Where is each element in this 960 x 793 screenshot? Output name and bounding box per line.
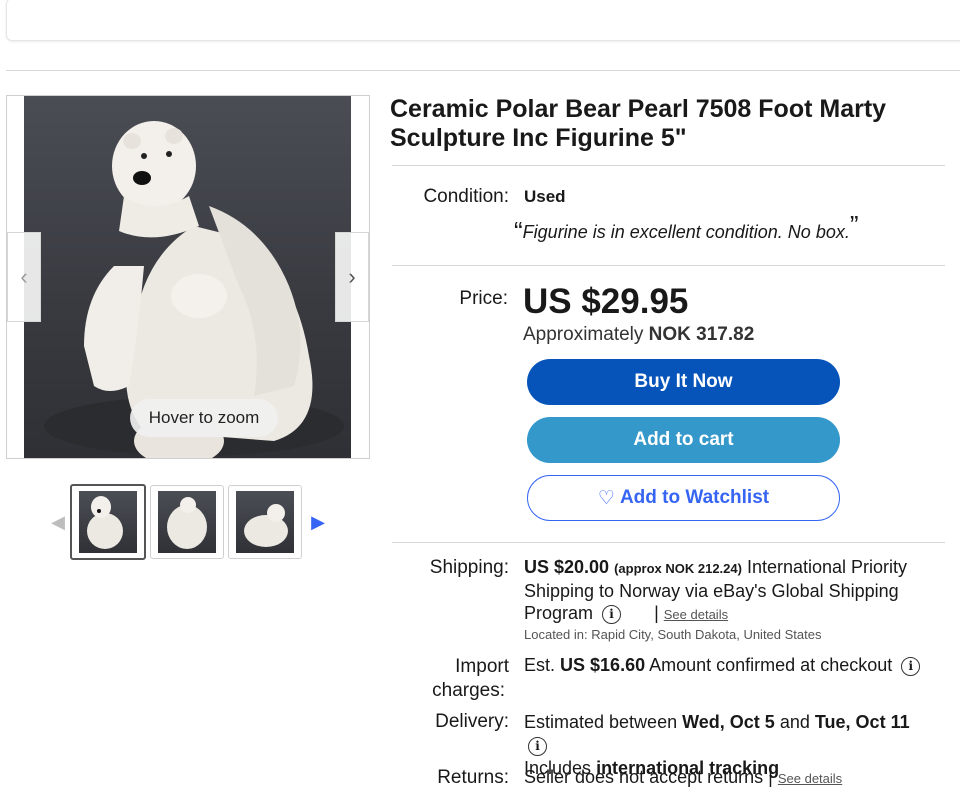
add-to-cart-label: Add to cart	[633, 429, 734, 450]
returns-see-details-link[interactable]: See details	[778, 771, 842, 786]
chevron-right-icon: ›	[348, 264, 356, 289]
thumbnail-image	[236, 491, 294, 553]
separator: |	[654, 603, 659, 623]
delivery-end: Tue, Oct 11	[814, 712, 910, 732]
import-label-line2: charges:	[432, 680, 505, 701]
heart-icon: ♡	[597, 487, 615, 509]
thumbnail-2[interactable]	[150, 485, 224, 559]
divider	[392, 165, 945, 166]
thumbnail-1[interactable]	[70, 484, 146, 560]
condition-label: Condition:	[423, 186, 509, 207]
returns-value: Seller does not accept returns | See det…	[524, 767, 842, 788]
separator: |	[768, 767, 773, 787]
thumbnail-prev-button[interactable]: ◀	[46, 512, 70, 533]
add-to-watchlist-button[interactable]: ♡ Add to Watchlist	[527, 475, 840, 521]
buy-it-now-button[interactable]: Buy It Now	[527, 359, 840, 405]
shipping-details: US $20.00 (approx NOK 212.24) Internatio…	[524, 556, 924, 626]
approx-value: NOK 317.82	[648, 324, 755, 345]
hover-to-zoom-pill: Hover to zoom	[130, 399, 278, 437]
shipping-approx: (approx NOK 212.24)	[614, 561, 742, 576]
thumbnail-image	[79, 491, 137, 553]
condition-note-text: Figurine is in excellent condition. No b…	[522, 222, 850, 242]
condition-value: Used	[524, 187, 566, 206]
chevron-left-icon: ‹	[20, 264, 28, 289]
delivery-start: Wed, Oct 5	[682, 712, 775, 732]
info-icon[interactable]: i	[528, 736, 547, 756]
item-location: Located in: Rapid City, South Dakota, Un…	[524, 627, 822, 642]
top-bar	[6, 0, 960, 41]
divider	[392, 542, 945, 543]
returns-text: Seller does not accept returns	[524, 767, 764, 787]
shipping-label: Shipping:	[429, 557, 509, 578]
import-label-line1: Import	[455, 656, 509, 677]
info-icon[interactable]: i	[602, 604, 622, 624]
next-image-button[interactable]: ›	[335, 232, 369, 322]
item-title: Ceramic Polar Bear Pearl 7508 Foot Marty…	[390, 95, 887, 152]
shipping-see-details-link[interactable]: See details	[664, 607, 728, 622]
approx-prefix: Approximately	[523, 324, 644, 345]
previous-image-button[interactable]: ‹	[7, 232, 41, 322]
import-charges-value: Est. US $16.60 Amount confirmed at check…	[524, 655, 921, 676]
buy-it-now-label: Buy It Now	[634, 371, 733, 392]
est-prefix: Est.	[524, 655, 556, 675]
import-charges-label: Import charges:	[400, 655, 509, 703]
delivery-and: and	[779, 712, 810, 732]
returns-label: Returns:	[437, 767, 509, 788]
open-quote: “	[514, 216, 523, 246]
delivery-prefix: Estimated between	[524, 712, 678, 732]
info-icon[interactable]: i	[901, 656, 921, 676]
thumbnail-strip: ◀ ▶	[46, 483, 330, 561]
thumbnail-image	[158, 491, 216, 553]
caret-right-icon: ▶	[311, 511, 325, 532]
condition-note: “Figurine is in excellent condition. No …	[514, 210, 859, 247]
divider	[392, 265, 945, 266]
import-amount: US $16.60	[560, 655, 646, 675]
thumbnail-next-button[interactable]: ▶	[306, 512, 330, 533]
approx-price: Approximately NOK 317.82	[523, 324, 754, 346]
shipping-amount: US $20.00	[524, 557, 610, 577]
image-gallery[interactable]: Hover to zoom ‹ ›	[6, 95, 370, 459]
thumbnail-3[interactable]	[228, 485, 302, 559]
add-to-cart-button[interactable]: Add to cart	[527, 417, 840, 463]
price-label: Price:	[459, 288, 508, 309]
close-quote: ”	[849, 210, 859, 240]
price-amount: US $29.95	[523, 282, 689, 321]
divider	[6, 70, 960, 71]
caret-left-icon: ◀	[51, 511, 65, 532]
delivery-label: Delivery:	[435, 711, 509, 732]
main-product-image[interactable]: Hover to zoom	[24, 96, 351, 458]
import-suffix: Amount confirmed at checkout	[649, 655, 893, 675]
add-to-watchlist-label: Add to Watchlist	[619, 487, 770, 508]
